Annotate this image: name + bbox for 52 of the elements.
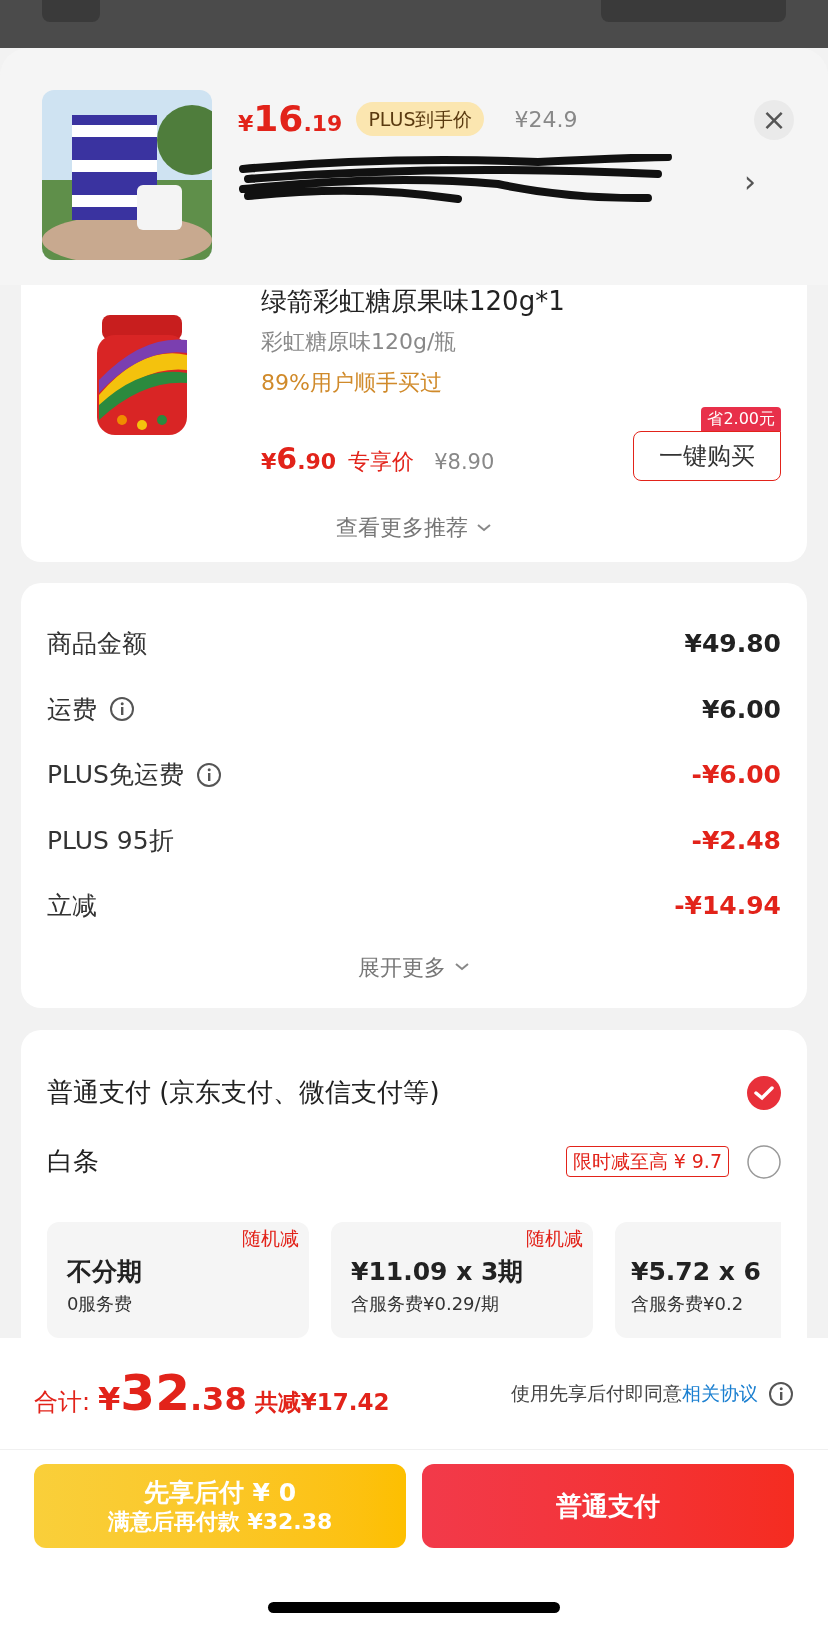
plus-price-badge: PLUS到手价 <box>356 101 485 137</box>
savings-badge: 省2.00元 <box>701 407 781 431</box>
info-icon[interactable] <box>109 696 135 723</box>
exclusive-price: ¥6.90 <box>261 440 337 478</box>
plan-fee: 含服务费¥0.2 <box>631 1292 745 1317</box>
agreement-link[interactable]: 相关协议 <box>682 1382 758 1405</box>
plan-title: 不分期 <box>67 1255 143 1288</box>
summary-value: -¥2.48 <box>691 824 781 857</box>
random-discount-tag: 随机减 <box>526 1224 583 1253</box>
summary-label: 立减 <box>47 890 97 922</box>
summary-label: PLUS 95折 <box>47 824 174 857</box>
promo-tag: 限时减至高 ¥ 9.7 <box>565 1146 729 1177</box>
plan-fee: 含服务费¥0.29/期 <box>351 1292 500 1317</box>
more-recommendations-link[interactable]: 查看更多推荐 <box>336 511 492 544</box>
buy-now-button[interactable]: 一键购买 <box>633 431 781 481</box>
plan-title: ¥5.72 x 6 <box>631 1255 762 1288</box>
price-label: 专享价 <box>348 448 415 476</box>
installment-plan[interactable]: 随机减 ¥11.09 x 3期 含服务费¥0.29/期 <box>331 1222 593 1338</box>
installment-plan[interactable]: ¥5.72 x 6 含服务费¥0.2 <box>615 1222 781 1338</box>
summary-value: -¥6.00 <box>691 759 781 791</box>
social-proof: 89%用户顺手买过 <box>261 369 443 397</box>
payment-option[interactable]: 白条 限时减至高 ¥ 9.7 <box>47 1127 781 1196</box>
original-price: ¥8.90 <box>434 449 495 476</box>
summary-value: -¥14.94 <box>674 890 781 922</box>
summary-value: ¥6.00 <box>701 693 781 726</box>
original-price: ¥24.9 <box>514 105 578 134</box>
plan-title: ¥11.09 x 3期 <box>351 1255 525 1288</box>
random-discount-tag: 随机减 <box>242 1224 299 1253</box>
expand-more-link[interactable]: 展开更多 <box>358 950 470 984</box>
product-spec: 彩虹糖原味120g/瓶 <box>261 328 458 356</box>
chevron-down-icon <box>454 962 470 972</box>
product-title: 绿箭彩虹糖原果味120g*1 <box>261 285 566 317</box>
total-label: 合计: <box>34 1387 91 1418</box>
summary-label: PLUS免运费 <box>47 759 184 791</box>
chevron-icon[interactable]: › <box>744 159 756 204</box>
radio-unchecked[interactable] <box>747 1144 781 1179</box>
info-icon[interactable] <box>768 1380 794 1407</box>
summary-value: ¥49.80 <box>684 628 781 660</box>
summary-label: 商品金额 <box>47 628 147 660</box>
summary-label: 运费 <box>47 693 97 726</box>
payment-option[interactable]: 普通支付 (京东支付、微信支付等) <box>47 1058 781 1127</box>
total-price: ¥32.38 <box>98 1363 247 1424</box>
chevron-down-icon <box>476 522 492 533</box>
plan-fee: 0服务费 <box>67 1292 134 1317</box>
agreement-text: 使用先享后付即同意相关协议 <box>511 1381 758 1407</box>
close-button[interactable]: × <box>754 100 794 140</box>
installment-plan[interactable]: 随机减 不分期 0服务费 <box>47 1222 309 1338</box>
total-savings: 共减¥17.42 <box>254 1388 390 1417</box>
info-icon[interactable] <box>195 761 222 788</box>
plus-price: ¥16.19 <box>238 97 343 141</box>
pay-button[interactable]: 普通支付 <box>422 1464 794 1548</box>
radio-checked[interactable] <box>747 1075 781 1110</box>
